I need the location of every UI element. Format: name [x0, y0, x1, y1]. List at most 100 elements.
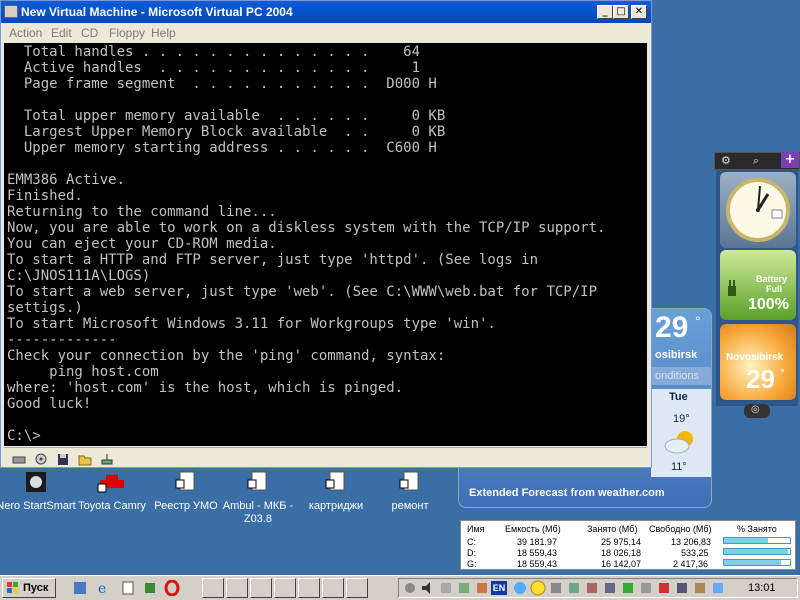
console-line: Now, you are able to work on a diskless … [7, 220, 606, 236]
vm-status-bar [4, 447, 647, 468]
desktop-icon-label: Реестр УМО [154, 500, 218, 512]
weather-current: 29 ° osibirsk [655, 309, 711, 369]
desktop-icon-remont[interactable]: ремонт [370, 470, 450, 513]
tray-icon[interactable] [692, 580, 708, 596]
cd-drive-icon[interactable] [34, 451, 48, 465]
hard-disk-icon[interactable] [12, 451, 26, 464]
network-icon[interactable] [100, 451, 114, 465]
taskbar-button[interactable] [202, 578, 224, 598]
tray-icon[interactable] [548, 580, 564, 596]
window-titlebar[interactable]: New Virtual Machine - Microsoft Virtual … [1, 1, 651, 23]
add-gadget-icon[interactable]: + [781, 152, 799, 168]
tray-icon[interactable] [620, 580, 636, 596]
language-indicator[interactable]: EN [491, 581, 507, 595]
weather-gadget-small[interactable]: Novosibirsk 29 ° [720, 324, 796, 400]
weather-forecast-link[interactable]: Extended Forecast from weather.com [469, 487, 665, 499]
col-percent: % Занято [737, 524, 777, 534]
disk-capacity: 39 181,97 [517, 537, 558, 547]
weather-temp: 29 [655, 311, 689, 344]
battery-gadget[interactable]: Battery Full 100% [720, 250, 796, 320]
taskbar-button[interactable] [274, 578, 296, 598]
maximize-button[interactable]: □ [613, 5, 629, 19]
battery-percent: 100% [748, 296, 789, 313]
minimize-button[interactable]: _ [597, 5, 613, 19]
close-button[interactable]: ✕ [631, 5, 647, 19]
volume-icon[interactable] [420, 580, 436, 596]
console-line: C:\> [7, 428, 41, 444]
search-icon[interactable]: ⌕ [753, 154, 759, 168]
analog-clock-icon [726, 178, 790, 242]
tray-clock[interactable]: 13:01 [748, 582, 776, 594]
tray-icon[interactable] [638, 580, 654, 596]
disk-usage-fill [724, 538, 768, 543]
gadget-sidebar-toggle[interactable]: ◎ [744, 404, 770, 418]
tray-icon[interactable] [438, 580, 454, 596]
forecast-day: Tue [669, 391, 688, 403]
smiley-icon[interactable] [530, 580, 546, 596]
disk-used: 18 026,18 [601, 548, 642, 558]
internet-explorer-icon[interactable]: e [96, 580, 112, 597]
taskbar-button[interactable] [346, 578, 368, 598]
console-line: To start Microsoft Windows 3.11 for Work… [7, 316, 496, 332]
weather-small-city: Novosibirsk [726, 352, 784, 363]
console-line: To start a HTTP and FTP server, just typ… [7, 252, 539, 268]
tray-icon[interactable] [656, 580, 672, 596]
disk-usage-widget: Имя Емкость (Мб) Занято (Мб) Свободно (М… [460, 520, 796, 570]
menu-help[interactable]: Help [151, 26, 176, 40]
menu-edit[interactable]: Edit [51, 26, 72, 40]
tray-icon[interactable] [584, 580, 600, 596]
taskbar-button[interactable] [250, 578, 272, 598]
console-line: EMM386 Active. [7, 172, 126, 188]
disk-capacity: 18 559,43 [517, 548, 558, 558]
tray-icon[interactable] [566, 580, 582, 596]
tray-icon[interactable] [710, 580, 726, 596]
start-button[interactable]: Пуск [2, 578, 56, 598]
tray-icon[interactable] [674, 580, 690, 596]
tray-icon[interactable] [474, 580, 490, 596]
taskbar-button[interactable] [298, 578, 320, 598]
disk-free: 533,25 [681, 548, 709, 558]
tray-icon[interactable] [602, 580, 618, 596]
disk-name: C: [467, 537, 476, 547]
floppy-icon[interactable] [56, 451, 70, 465]
menu-bar: Action Edit CD Floppy Help [1, 23, 651, 43]
weather-small-degree: ° [780, 366, 785, 380]
desktop-icon-nero[interactable]: Nero StartSmart [0, 470, 76, 513]
desktop-icon-reestr-umo[interactable]: Реестр УМО [146, 470, 226, 513]
menu-action[interactable]: Action [9, 26, 42, 40]
window-title: New Virtual Machine - Microsoft Virtual … [21, 5, 293, 19]
disk-header-row: Имя Емкость (Мб) Занято (Мб) Свободно (М… [461, 524, 797, 536]
quicklaunch-icon[interactable] [120, 580, 136, 596]
desktop-icon-label: Ambul - МКБ - Z03.8 [222, 500, 294, 525]
start-label: Пуск [23, 582, 49, 594]
menu-cd[interactable]: CD [81, 26, 98, 40]
console-line: where: 'host.com' is the host, which is … [7, 380, 404, 396]
tray-icon[interactable] [456, 580, 472, 596]
dos-console[interactable]: Total handles . . . . . . . . . . . . . … [4, 43, 647, 446]
desktop-icon-toyota-camry[interactable]: Toyota Camry [72, 470, 152, 513]
desktop-icon-ambul[interactable]: Ambul - МКБ - Z03.8 [216, 470, 300, 526]
desktop-icon-kartridzhi[interactable]: картриджи [296, 470, 376, 513]
quicklaunch-icon[interactable] [72, 580, 88, 596]
virtual-pc-window[interactable]: New Virtual Machine - Microsoft Virtual … [0, 0, 652, 468]
weather-conditions: onditions [651, 367, 711, 385]
weather-city: osibirsk [655, 349, 698, 361]
console-line: Page frame segment . . . . . . . . . . .… [7, 76, 437, 92]
tray-icon[interactable] [402, 580, 418, 596]
disk-name: D: [467, 548, 476, 558]
disk-capacity: 18 559,43 [517, 559, 558, 569]
disk-row: G: 18 559,43 16 142,07 2 417,36 [461, 559, 797, 571]
clock-gadget[interactable] [720, 172, 796, 248]
col-capacity: Емкость (Мб) [505, 524, 561, 534]
gear-icon[interactable]: ⚙ [721, 154, 731, 167]
quicklaunch-icon[interactable] [142, 580, 158, 596]
menu-floppy[interactable]: Floppy [109, 26, 145, 40]
taskbar-button[interactable] [322, 578, 344, 598]
opera-icon[interactable] [164, 579, 180, 597]
taskbar-button[interactable] [226, 578, 248, 598]
console-line: Good luck! [7, 396, 92, 412]
shared-folder-icon[interactable] [78, 451, 92, 466]
tray-icon[interactable] [512, 580, 528, 596]
